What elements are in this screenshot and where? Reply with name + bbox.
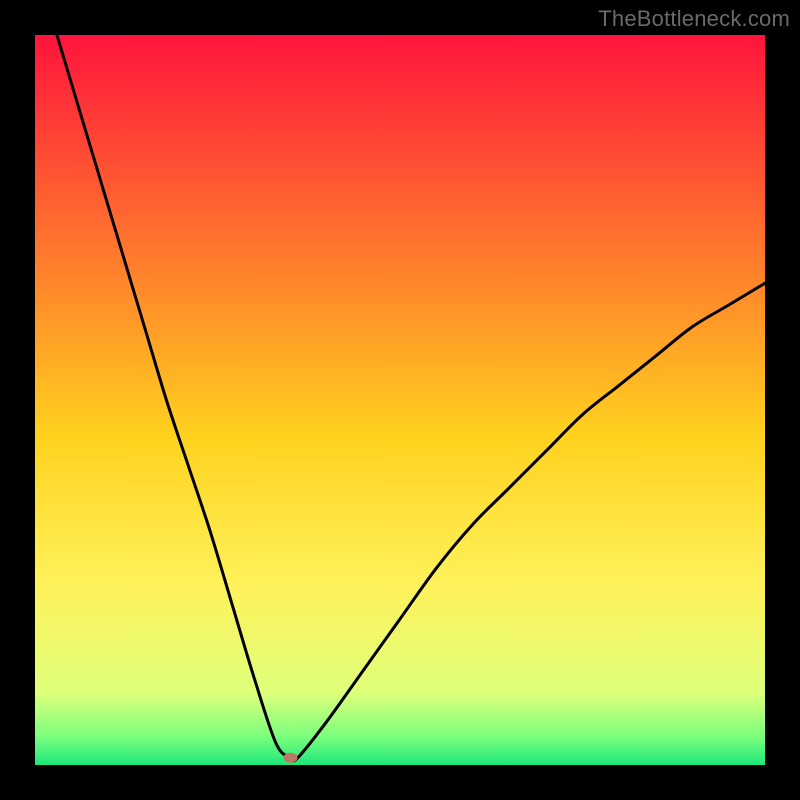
optimal-point-marker	[284, 753, 298, 763]
plot-area	[35, 35, 765, 765]
bottleneck-chart	[35, 35, 765, 765]
attribution-label: TheBottleneck.com	[598, 6, 790, 32]
chart-frame: TheBottleneck.com	[0, 0, 800, 800]
gradient-background	[35, 35, 765, 765]
